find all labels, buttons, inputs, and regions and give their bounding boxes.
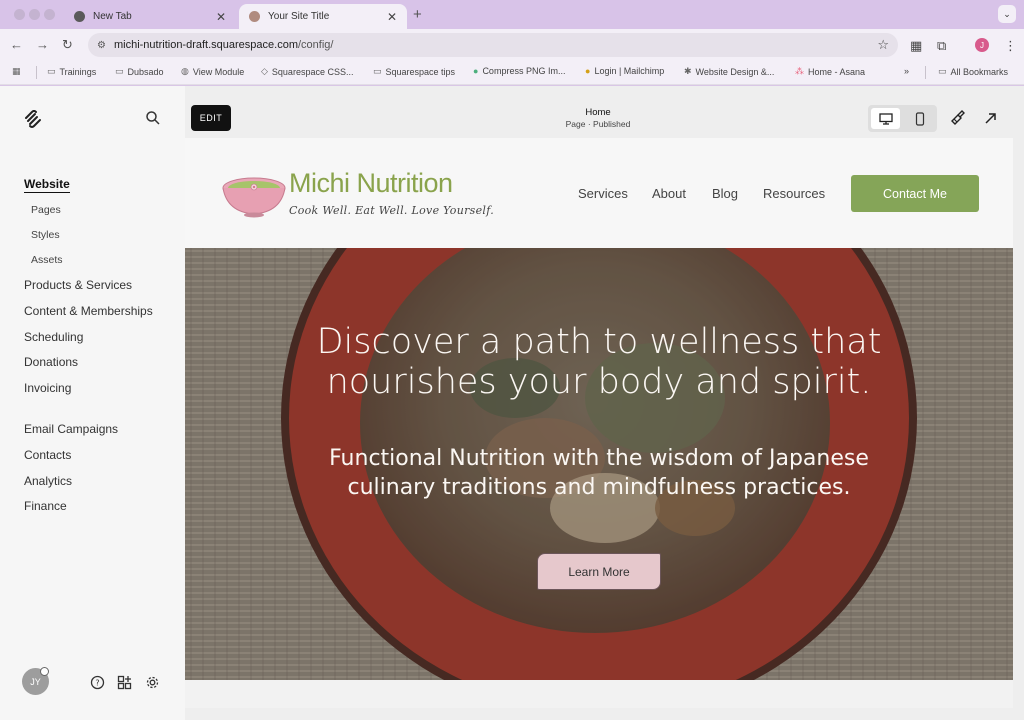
bookmark-trainings[interactable]: ▭ Trainings <box>47 66 96 77</box>
bookmark-mailchimp[interactable]: ● Login | Mailchimp <box>585 66 664 76</box>
page-title: Home <box>585 107 611 118</box>
sidebar-item-products-services[interactable]: Products & Services <box>24 278 132 292</box>
site-favicon-icon <box>249 11 260 22</box>
mobile-icon <box>915 111 924 126</box>
diamond-icon: ◇ <box>261 66 268 76</box>
asana-icon: ⁂ <box>795 66 804 76</box>
sidebar-item-analytics[interactable]: Analytics <box>24 474 72 488</box>
folder-icon: ▭ <box>115 66 124 76</box>
asterisk-icon: ✱ <box>684 66 692 76</box>
brand-name[interactable]: Michi Nutrition <box>289 168 453 199</box>
bookmark-star-icon[interactable]: ☆ <box>877 37 889 53</box>
profile-avatar[interactable]: J <box>975 38 989 52</box>
sidebar-item-invoicing[interactable]: Invoicing <box>24 381 71 395</box>
window-zoom-dot[interactable] <box>44 9 55 20</box>
sidebar-item-email-campaigns[interactable]: Email Campaigns <box>24 422 118 436</box>
all-bookmarks[interactable]: ▭ All Bookmarks <box>938 66 1008 77</box>
tab-title: New Tab <box>93 11 132 22</box>
compress-icon: ● <box>473 66 479 76</box>
sidebar-item-content-memberships[interactable]: Content & Memberships <box>24 304 153 318</box>
site-nav-services[interactable]: Services <box>578 186 628 201</box>
device-toggle <box>868 105 937 132</box>
sidebar: Website Pages Styles Assets Products & S… <box>0 86 185 720</box>
extensions-puzzle-icon[interactable]: ⧉ <box>937 38 946 54</box>
contact-me-button[interactable]: Contact Me <box>851 175 979 212</box>
help-icon[interactable]: ? <box>90 675 105 690</box>
desktop-view-button[interactable] <box>871 108 900 129</box>
bookmark-squarespace-tips[interactable]: ▭ Squarespace tips <box>373 66 455 77</box>
browser-toolbar: ← → ↻ ⚙ michi-nutrition-draft.squarespac… <box>0 29 1024 61</box>
site-nav-about[interactable]: About <box>652 186 686 201</box>
folder-icon: ▭ <box>373 66 382 76</box>
sidebar-item-finance[interactable]: Finance <box>24 499 67 513</box>
window-close-dot[interactable] <box>14 9 25 20</box>
open-external-arrow-icon[interactable] <box>983 110 999 126</box>
site-header: Michi Nutrition Cook Well. Eat Well. Lov… <box>185 138 1013 248</box>
svg-text:?: ? <box>95 679 99 688</box>
bookmark-dubsado[interactable]: ▭ Dubsado <box>115 66 164 77</box>
url-text: michi-nutrition-draft.squarespace.com/co… <box>113 39 334 51</box>
close-icon[interactable]: ✕ <box>387 10 397 24</box>
back-arrow-icon[interactable]: ← <box>10 37 23 52</box>
design-brush-icon[interactable] <box>949 110 965 126</box>
sidebar-subitem-assets[interactable]: Assets <box>31 254 63 266</box>
browser-menu-icon[interactable]: ⋮ <box>1004 38 1017 54</box>
search-icon[interactable] <box>145 110 161 126</box>
tab-strip: New Tab ✕ Your Site Title ✕ + ⌄ <box>0 0 1024 29</box>
apps-add-icon[interactable] <box>117 675 132 690</box>
avatar-badge-icon <box>40 667 49 676</box>
site-preview: Michi Nutrition Cook Well. Eat Well. Lov… <box>185 138 1013 708</box>
site-next-section <box>185 680 1013 708</box>
globe-icon: ◍ <box>181 66 189 76</box>
window-minimize-dot[interactable] <box>29 9 40 20</box>
sidebar-subitem-pages[interactable]: Pages <box>31 204 61 216</box>
more-bookmarks-chevron-icon[interactable]: » <box>904 66 909 76</box>
learn-more-button[interactable]: Learn More <box>537 553 661 590</box>
page-status: Page · Published <box>565 119 631 129</box>
settings-gear-icon[interactable] <box>145 675 160 690</box>
sidebar-item-donations[interactable]: Donations <box>24 355 78 369</box>
mailchimp-icon: ● <box>585 66 591 76</box>
bookmark-separator <box>36 66 37 79</box>
chrome-icon <box>74 11 85 22</box>
mobile-view-button[interactable] <box>905 108 934 129</box>
bookmark-separator <box>925 66 926 79</box>
squarespace-logo-icon[interactable] <box>24 110 42 128</box>
bookmark-compress-png[interactable]: ● Compress PNG Im... <box>473 66 565 76</box>
bookmark-squarespace-css[interactable]: ◇ Squarespace CSS... <box>261 66 353 77</box>
site-nav-resources[interactable]: Resources <box>763 186 825 201</box>
hero-heading: Discover a path to wellness that nourish… <box>316 322 882 402</box>
folder-icon: ▭ <box>938 66 947 76</box>
bowl-logo-icon[interactable] <box>221 174 287 218</box>
apps-icon[interactable]: ▦ <box>12 66 25 77</box>
sidebar-item-contacts[interactable]: Contacts <box>24 448 71 462</box>
bookmarks-bar: ▦ ▭ Trainings ▭ Dubsado ◍ View Module ◇ Squa… <box>0 61 1024 85</box>
close-icon[interactable]: ✕ <box>216 10 226 24</box>
bookmark-website-design[interactable]: ✱ Website Design &... <box>684 66 774 77</box>
address-bar[interactable]: ⚙ michi-nutrition-draft.squarespace.com/… <box>88 33 898 57</box>
new-tab-plus-icon[interactable]: + <box>413 6 422 23</box>
bookmark-view-module[interactable]: ◍ View Module <box>181 66 244 77</box>
edit-button[interactable]: EDIT <box>191 105 231 131</box>
sidebar-subitem-styles[interactable]: Styles <box>31 229 60 241</box>
forward-arrow-icon[interactable]: → <box>36 37 49 52</box>
hero-subheading: Functional Nutrition with the wisdom of … <box>329 446 869 500</box>
site-settings-icon[interactable]: ⚙ <box>97 40 106 51</box>
sidebar-item-website[interactable]: Website <box>24 177 70 193</box>
hero-section: Discover a path to wellness that nourish… <box>185 248 1013 680</box>
bookmark-asana[interactable]: ⁂ Home - Asana <box>795 66 865 77</box>
tab-your-site-title[interactable]: Your Site Title ✕ <box>239 4 407 29</box>
tab-new-tab[interactable]: New Tab ✕ <box>64 4 236 29</box>
site-nav-blog[interactable]: Blog <box>712 186 738 201</box>
folder-icon: ▭ <box>47 66 56 76</box>
desktop-icon <box>878 112 893 125</box>
brand-tagline: Cook Well. Eat Well. Love Yourself. <box>289 204 494 217</box>
tab-title: Your Site Title <box>268 11 330 22</box>
editor-area: EDIT Home Page · Published Michi Nutriti… <box>185 86 1024 720</box>
apps-grid-icon[interactable]: ▦ <box>910 38 922 54</box>
tab-search-chevron-icon[interactable]: ⌄ <box>998 5 1016 23</box>
reload-icon[interactable]: ↻ <box>62 37 73 53</box>
sidebar-item-scheduling[interactable]: Scheduling <box>24 330 83 344</box>
